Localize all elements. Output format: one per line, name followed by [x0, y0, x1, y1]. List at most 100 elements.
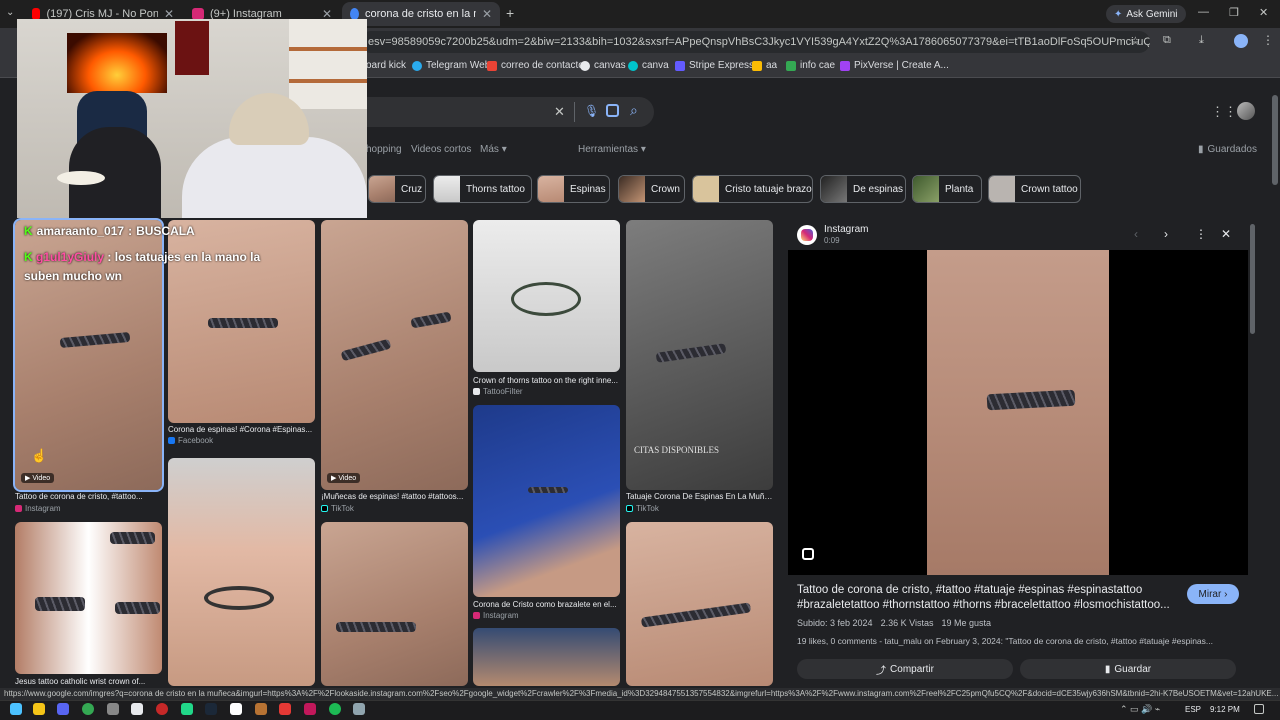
chip-thumbnail	[538, 176, 564, 202]
result-image-4[interactable]	[473, 220, 620, 372]
prev-arrow-icon[interactable]: ‹	[1134, 227, 1138, 241]
extensions-icon[interactable]: ⧉	[1163, 34, 1171, 47]
panel-scrollbar[interactable]	[1250, 224, 1255, 334]
chip-label: Crown tattoo	[1021, 183, 1078, 195]
result-image-9[interactable]	[321, 522, 468, 686]
visit-button[interactable]: Mirar ›	[1187, 584, 1239, 604]
bookmark-canvas[interactable]: canvas	[580, 60, 626, 71]
app-icon[interactable]	[304, 703, 316, 715]
menu-icon[interactable]: ⋮	[1262, 33, 1274, 47]
apps-grid-icon[interactable]: ⋮⋮	[1211, 104, 1237, 120]
chip-cristo-tatuaje-brazo[interactable]: Cristo tatuaje brazo	[692, 175, 813, 203]
capcut-icon[interactable]	[230, 703, 242, 715]
clock[interactable]: 9:12 PM	[1210, 705, 1240, 714]
obs-icon[interactable]	[156, 703, 168, 715]
clear-search-icon[interactable]: ✕	[554, 104, 565, 120]
preview-image-frame[interactable]	[788, 250, 1248, 575]
bookmark-aa[interactable]: aa	[752, 60, 777, 71]
bookmark-stripe[interactable]: Stripe Express	[675, 60, 754, 71]
bookmark-correo[interactable]: correo de contacto	[487, 60, 584, 71]
status-bar-url: https://www.google.com/imgres?q=corona d…	[0, 688, 1280, 700]
windows-start-icon[interactable]	[10, 703, 22, 715]
result-caption[interactable]: Jesus tattoo catholic wrist crown of...	[15, 677, 162, 686]
bookmark-label: info cae	[800, 60, 836, 71]
close-window-button[interactable]: ✕	[1259, 6, 1268, 19]
result-caption[interactable]: Tatuaje Corona De Espinas En La Muñec...	[626, 492, 773, 501]
restore-button[interactable]: ❐	[1229, 6, 1239, 19]
save-button[interactable]: ▮ Guardar	[1020, 659, 1236, 679]
address-bar[interactable]: esv=98589059c7200b25&udm=2&biw=2133&bih=…	[360, 31, 1150, 53]
result-caption[interactable]: ¡Muñecas de espinas! #tattoo #tattoos...	[321, 492, 468, 501]
close-icon[interactable]: ✕	[482, 7, 492, 21]
ask-gemini-button[interactable]: ✦ Ask Gemini	[1106, 5, 1186, 23]
shelf	[289, 19, 367, 109]
nav-tools[interactable]: Herramientas ▾	[578, 144, 646, 155]
minimize-button[interactable]: —	[1198, 6, 1209, 18]
language-indicator[interactable]: ESP	[1185, 705, 1201, 714]
app-icon[interactable]	[131, 703, 143, 715]
chip-thorns-tattoo[interactable]: Thorns tattoo	[433, 175, 532, 203]
saved-button[interactable]: ▮ Guardados	[1198, 144, 1257, 155]
result-image-10[interactable]	[473, 628, 620, 686]
pycharm-icon[interactable]	[181, 703, 193, 715]
result-image-11[interactable]	[626, 522, 773, 686]
bookmark-telegram[interactable]: Telegram Web	[412, 60, 490, 71]
bookmark-info-cae[interactable]: info cae	[786, 60, 835, 71]
spotify-icon[interactable]	[329, 703, 341, 715]
page-scrollbar[interactable]	[1272, 95, 1278, 185]
result-image-8[interactable]	[168, 458, 315, 686]
preview-source[interactable]: Instagram	[824, 224, 868, 235]
lens-icon[interactable]	[606, 104, 619, 117]
download-icon[interactable]: ⤓	[1199, 34, 1204, 47]
next-arrow-icon[interactable]: ›	[1164, 227, 1168, 241]
more-options-icon[interactable]: ⋮	[1195, 227, 1207, 241]
bookmark-star-icon[interactable]: ☆	[1130, 34, 1141, 48]
saved-label: Guardados	[1207, 144, 1257, 155]
bookmark-kick[interactable]: oard kick	[366, 60, 406, 71]
new-tab-button[interactable]: +	[506, 5, 514, 21]
voice-search-icon[interactable]: 🎙	[584, 104, 599, 118]
app-icon[interactable]	[255, 703, 267, 715]
preview-title[interactable]: Tattoo de corona de cristo, #tattoo #tat…	[797, 583, 1177, 613]
profile-avatar[interactable]	[1234, 34, 1248, 48]
share-button[interactable]: ⤴ Compartir	[797, 659, 1013, 679]
result-caption[interactable]: Tattoo de corona de cristo, #tattoo...	[15, 492, 162, 501]
account-avatar[interactable]	[1237, 102, 1255, 120]
result-caption[interactable]: Corona de Cristo como brazalete en el...	[473, 600, 620, 609]
chip-label: Espinas	[570, 183, 606, 195]
info-cae-icon	[786, 60, 796, 71]
chip-crown[interactable]: Crown	[618, 175, 685, 203]
result-caption[interactable]: Crown of thorns tattoo on the right inne…	[473, 376, 620, 385]
chip-crown-tattoo[interactable]: Crown tattoo	[988, 175, 1081, 203]
nav-more[interactable]: Más ▾	[480, 144, 507, 155]
discord-icon[interactable]	[57, 703, 69, 715]
steam-icon[interactable]	[205, 703, 217, 715]
tab-search-icon[interactable]: ⌄	[6, 7, 14, 18]
chip-de-espinas[interactable]: De espinas	[820, 175, 906, 203]
chrome-icon[interactable]	[82, 703, 94, 715]
tray-icons[interactable]: ⌃ ▭ 🔊 ⌁	[1120, 704, 1160, 715]
result-image-7[interactable]	[15, 522, 162, 674]
result-caption[interactable]: Corona de espinas! #Corona #Espinas...	[168, 425, 315, 434]
chip-espinas[interactable]: Espinas	[537, 175, 610, 203]
nav-short-videos[interactable]: Videos cortos	[411, 144, 471, 155]
settings-icon[interactable]	[107, 703, 119, 715]
nav-shopping[interactable]: hopping	[366, 144, 402, 155]
lens-search-icon[interactable]	[802, 548, 814, 560]
close-preview-icon[interactable]: ✕	[1221, 227, 1231, 241]
search-icon[interactable]: ⌕	[630, 102, 638, 119]
chip-planta[interactable]: Planta	[912, 175, 982, 203]
chip-cruz[interactable]: Cruz	[368, 175, 426, 203]
bookmark-pixverse[interactable]: PixVerse | Create A...	[840, 60, 949, 71]
app-icon[interactable]	[353, 703, 365, 715]
webcam-overlay	[17, 19, 367, 218]
bookmark-canva[interactable]: canva	[628, 60, 669, 71]
file-explorer-icon[interactable]	[33, 703, 45, 715]
app-icon[interactable]	[279, 703, 291, 715]
chip-thumbnail	[821, 176, 847, 202]
result-image-6[interactable]	[473, 405, 620, 597]
notifications-icon[interactable]	[1254, 704, 1264, 714]
result-image-3[interactable]: ▶ Video	[321, 220, 468, 490]
result-image-5[interactable]: CITAS DISPONIBLES	[626, 220, 773, 490]
share-label: Compartir	[890, 663, 934, 675]
